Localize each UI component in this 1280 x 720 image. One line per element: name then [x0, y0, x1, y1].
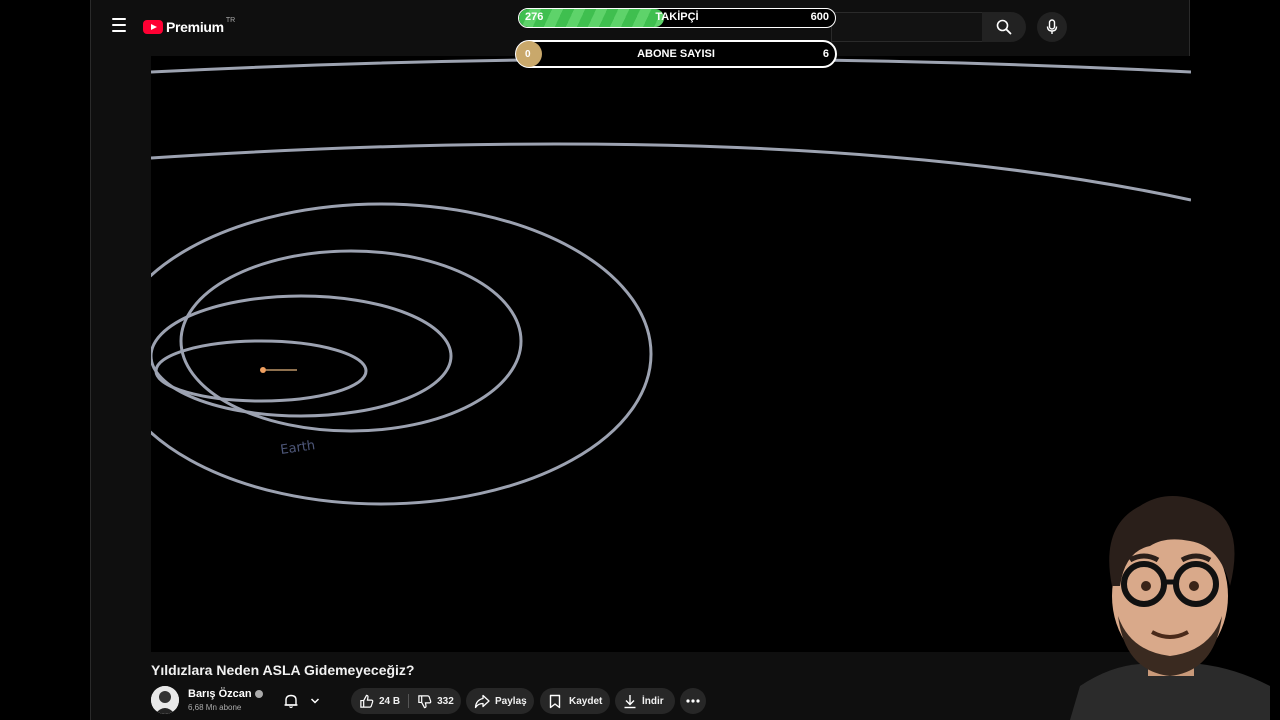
thumbs-up-icon	[360, 694, 374, 708]
follower-current: 276	[525, 11, 544, 23]
bell-icon	[284, 694, 298, 709]
subscriber-count: 6,68 Mn abone	[188, 703, 242, 712]
verified-icon	[254, 690, 263, 699]
search-icon	[996, 19, 1012, 35]
download-icon	[624, 694, 636, 708]
follower-max: 600	[810, 11, 829, 23]
save-label: Kaydet	[569, 695, 603, 707]
download-button[interactable]: İndir	[615, 688, 675, 714]
notification-button[interactable]	[275, 688, 327, 714]
streamer-avatar-illustration	[1070, 496, 1270, 720]
logo-text: Premium	[166, 19, 224, 35]
save-button[interactable]: Kaydet	[540, 688, 610, 714]
search-button[interactable]	[982, 12, 1026, 42]
menu-icon[interactable]	[107, 14, 131, 38]
more-horizontal-icon	[686, 699, 700, 703]
follower-goal-label: TAKİPÇİ	[655, 11, 699, 23]
like-button[interactable]: 24 B	[359, 694, 400, 709]
youtube-play-icon	[143, 20, 163, 34]
earth-label: Earth	[279, 438, 316, 458]
bookmark-icon	[549, 694, 561, 708]
left-margin	[0, 0, 90, 720]
logo-country: TR	[225, 16, 236, 24]
orbit-animation: Earth	[151, 57, 1191, 506]
youtube-premium-logo[interactable]: Premium TR	[143, 17, 235, 37]
voice-search-button[interactable]	[1037, 12, 1067, 42]
share-button[interactable]: Paylaş	[466, 688, 534, 714]
youtube-window: Premium TR Earth Yıldızlara Neden ASLA G…	[90, 0, 1191, 720]
more-actions-button[interactable]	[680, 688, 706, 714]
share-icon	[474, 694, 490, 708]
subscriber-goal-label: ABONE SAYISI	[637, 48, 715, 60]
subscriber-max: 6	[822, 48, 829, 60]
sun-dot	[260, 367, 266, 373]
channel-name[interactable]: Barış Özcan	[188, 688, 263, 700]
microphone-icon	[1046, 19, 1058, 34]
like-divider	[408, 694, 410, 708]
subscriber-goal-bar: 0 ABONE SAYISI 6	[515, 40, 837, 68]
search-input[interactable]	[831, 12, 982, 42]
video-player[interactable]: Earth	[151, 56, 1191, 652]
share-label: Paylaş	[495, 695, 527, 707]
like-count: 24 B	[379, 695, 401, 707]
channel-avatar[interactable]	[151, 686, 179, 714]
dislike-count: 332	[437, 695, 454, 707]
like-dislike-group: 24 B 332	[351, 688, 461, 714]
thumbs-down-icon	[418, 694, 432, 708]
video-title: Yıldızlara Neden ASLA Gidemeyeceğiz?	[151, 662, 415, 678]
channel-name-text: Barış Özcan	[188, 688, 252, 700]
chevron-down-icon	[310, 698, 320, 704]
download-label: İndir	[642, 695, 664, 707]
follower-goal-bar: TAKİPÇİ 276 600	[518, 8, 836, 28]
dislike-button[interactable]: 332	[417, 694, 454, 709]
